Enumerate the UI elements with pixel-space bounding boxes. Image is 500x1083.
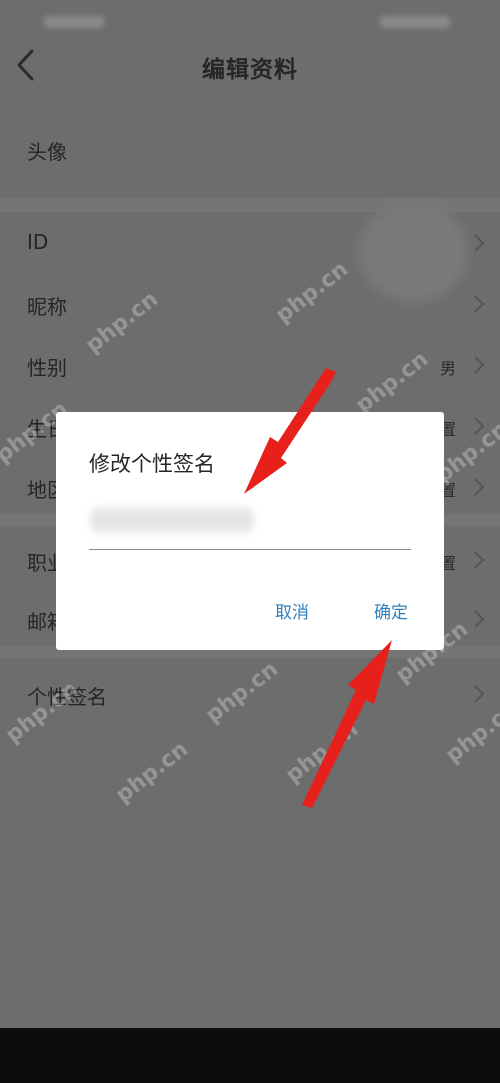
row-value: 男 — [439, 359, 456, 378]
profile-row-id[interactable]: ID — [0, 216, 500, 272]
page-title: 编辑资料 — [202, 57, 298, 83]
chevron-right-icon — [474, 234, 485, 252]
chevron-right-icon — [474, 685, 485, 703]
status-bar-blurred — [380, 16, 450, 28]
blurred-input-text — [91, 508, 253, 532]
chevron-right-icon — [474, 356, 485, 374]
profile-row-nickname[interactable]: 昵称 — [0, 277, 500, 333]
row-label: 性别 — [27, 356, 67, 380]
status-bar-blurred — [44, 16, 104, 28]
row-label: 昵称 — [27, 295, 67, 319]
profile-row-avatar[interactable]: 头像 — [0, 122, 500, 178]
row-label: 头像 — [27, 140, 67, 164]
dialog-title: 修改个性签名 — [89, 452, 215, 476]
watermark: php.cn — [111, 736, 193, 809]
chevron-right-icon — [474, 551, 485, 569]
edit-signature-dialog: 修改个性签名 取消 确定 — [56, 412, 444, 650]
bottom-bar — [0, 1028, 500, 1083]
confirm-button[interactable]: 确定 — [374, 598, 408, 623]
row-label: ID — [27, 230, 49, 254]
navigation-bar: 编辑资料 — [0, 30, 500, 102]
chevron-right-icon — [474, 478, 485, 496]
chevron-right-icon — [474, 610, 485, 628]
watermark: php.cn — [281, 716, 363, 789]
cancel-button[interactable]: 取消 — [275, 598, 309, 623]
chevron-right-icon — [474, 295, 485, 313]
